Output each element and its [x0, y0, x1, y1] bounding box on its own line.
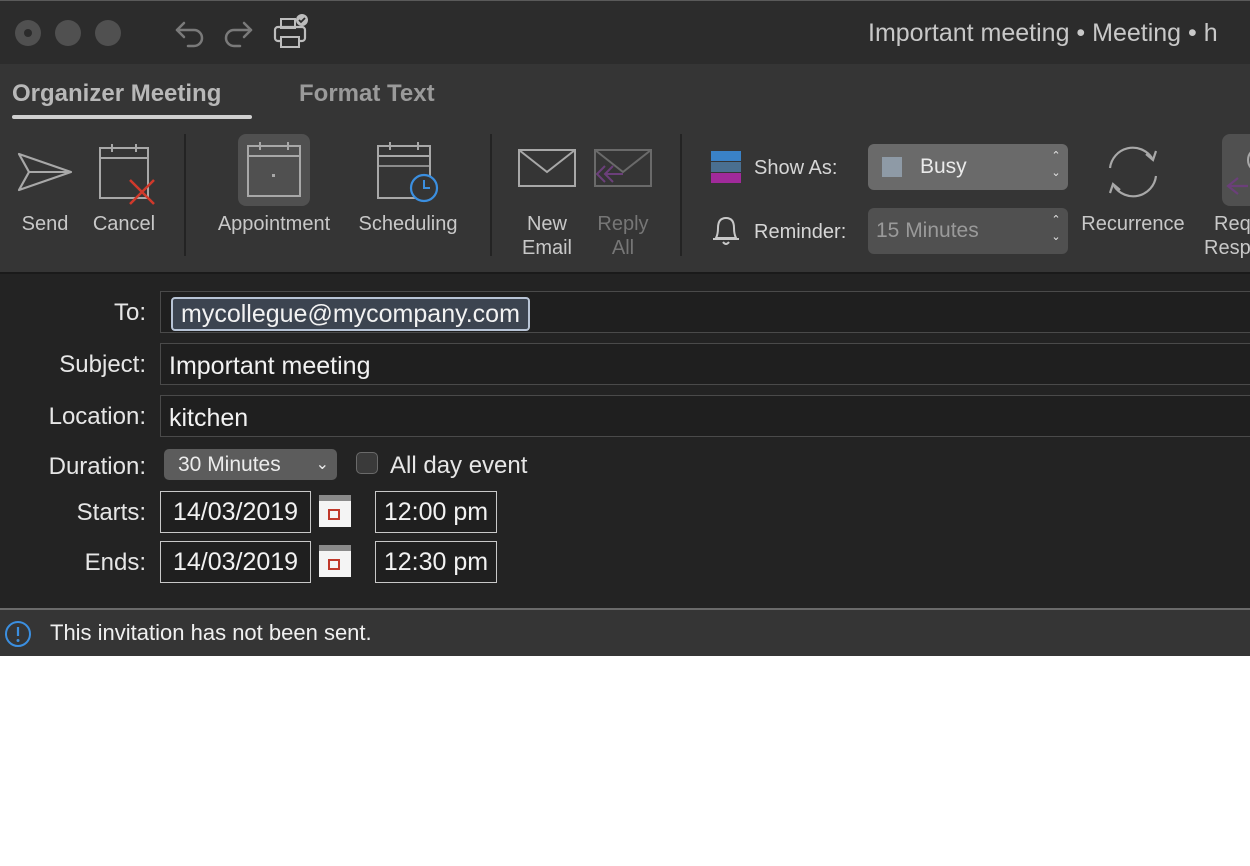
subject-label: Subject: — [59, 351, 146, 378]
scheduling-icon — [377, 142, 439, 203]
reply-all-icon — [594, 149, 652, 187]
envelope-icon — [518, 149, 576, 187]
recurrence-button[interactable]: Recurrence — [1074, 142, 1192, 262]
active-tab-indicator — [12, 115, 252, 119]
start-calendar-icon[interactable] — [318, 494, 352, 528]
start-date-field[interactable]: 14/03/2019 — [160, 491, 311, 533]
info-icon — [5, 621, 31, 647]
undo-icon[interactable] — [172, 15, 208, 56]
stepper-arrows-icon: ⌃ ⌄ — [1051, 214, 1061, 243]
ribbon-separator — [490, 134, 492, 256]
cancel-button[interactable]: Cancel — [88, 142, 160, 262]
request-responses-icon — [1226, 151, 1250, 195]
reply-all-label-line2: All — [611, 237, 635, 259]
bell-icon — [713, 216, 739, 245]
send-button[interactable]: Send — [14, 142, 76, 262]
ribbon-toolbar: Send Cancel Appointment Scheduling New E… — [0, 124, 1250, 274]
new-email-label-line1: New — [526, 213, 567, 235]
status-message: This invitation has not been sent. — [50, 620, 372, 645]
appointment-button[interactable]: Appointment — [208, 134, 340, 262]
all-day-label: All day event — [390, 452, 528, 479]
recurrence-label: Recurrence — [1081, 213, 1185, 235]
ends-label: Ends: — [84, 549, 146, 576]
all-day-checkbox[interactable] — [356, 452, 378, 474]
close-window-button[interactable] — [15, 20, 41, 46]
print-icon[interactable] — [272, 13, 310, 56]
ribbon-separator — [184, 134, 186, 256]
tab-organizer-meeting[interactable]: Organizer Meeting — [12, 80, 221, 108]
end-time-field[interactable]: 12:30 pm — [375, 541, 497, 583]
minimize-window-button[interactable] — [55, 20, 81, 46]
send-icon — [17, 152, 73, 192]
show-as-value: Busy — [920, 155, 967, 178]
busy-color-swatch — [882, 157, 902, 177]
scheduling-button[interactable]: Scheduling — [350, 142, 466, 262]
end-calendar-icon[interactable] — [318, 544, 352, 578]
start-time-field[interactable]: 12:00 pm — [375, 491, 497, 533]
show-as-select[interactable]: Busy ⌃ ⌄ — [868, 144, 1068, 190]
request-responses-label-line2: Resp — [1204, 237, 1250, 259]
tab-format-text[interactable]: Format Text — [299, 80, 435, 108]
new-email-button[interactable]: New Email — [514, 144, 580, 264]
chevron-down-icon: ⌄ — [315, 456, 329, 473]
title-bar: Important meeting • Meeting • h — [0, 0, 1250, 65]
recipient-token[interactable]: mycollegue@mycompany.com — [171, 297, 530, 331]
calendar-icon — [247, 142, 301, 197]
show-as-label: Show As: — [754, 157, 838, 179]
location-label: Location: — [48, 403, 146, 430]
ribbon-separator — [680, 134, 682, 256]
reply-all-button[interactable]: Reply All — [590, 144, 656, 264]
new-email-label-line2: Email — [521, 237, 572, 259]
show-as-icon — [711, 151, 741, 183]
cancel-label: Cancel — [92, 213, 156, 235]
location-field[interactable]: kitchen — [160, 395, 1250, 437]
end-date-field[interactable]: 14/03/2019 — [160, 541, 311, 583]
window-title: Important meeting • Meeting • h — [868, 19, 1218, 47]
duration-select[interactable]: 30 Minutes ⌄ — [164, 449, 337, 480]
request-responses-label-line1: Req — [1214, 213, 1250, 235]
recurrence-icon — [1108, 146, 1158, 198]
duration-value: 30 Minutes — [178, 453, 281, 476]
reminder-label: Reminder: — [754, 221, 847, 243]
duration-label: Duration: — [48, 453, 146, 480]
status-bar: This invitation has not been sent. — [0, 608, 1250, 656]
appointment-label: Appointment — [217, 213, 331, 235]
cancel-meeting-icon — [99, 144, 155, 205]
zoom-window-button[interactable] — [95, 20, 121, 46]
to-label: To: — [113, 299, 146, 326]
stepper-arrows-icon: ⌃ ⌄ — [1051, 150, 1061, 179]
to-field[interactable]: mycollegue@mycompany.com — [160, 291, 1250, 333]
meeting-window: Important meeting • Meeting • h Organize… — [0, 0, 1250, 656]
send-label: Send — [21, 213, 69, 235]
redo-icon[interactable] — [220, 15, 256, 56]
ribbon-tab-bar: Organizer Meeting Format Text — [0, 64, 1250, 124]
scheduling-label: Scheduling — [358, 213, 458, 235]
reply-all-label-line1: Reply — [597, 213, 649, 235]
subject-field[interactable]: Important meeting — [160, 343, 1250, 385]
starts-label: Starts: — [76, 499, 146, 526]
reminder-value: 15 Minutes — [876, 219, 979, 242]
request-responses-button[interactable]: Req Resp — [1204, 134, 1250, 262]
reminder-select[interactable]: 15 Minutes ⌃ ⌄ — [868, 208, 1068, 254]
